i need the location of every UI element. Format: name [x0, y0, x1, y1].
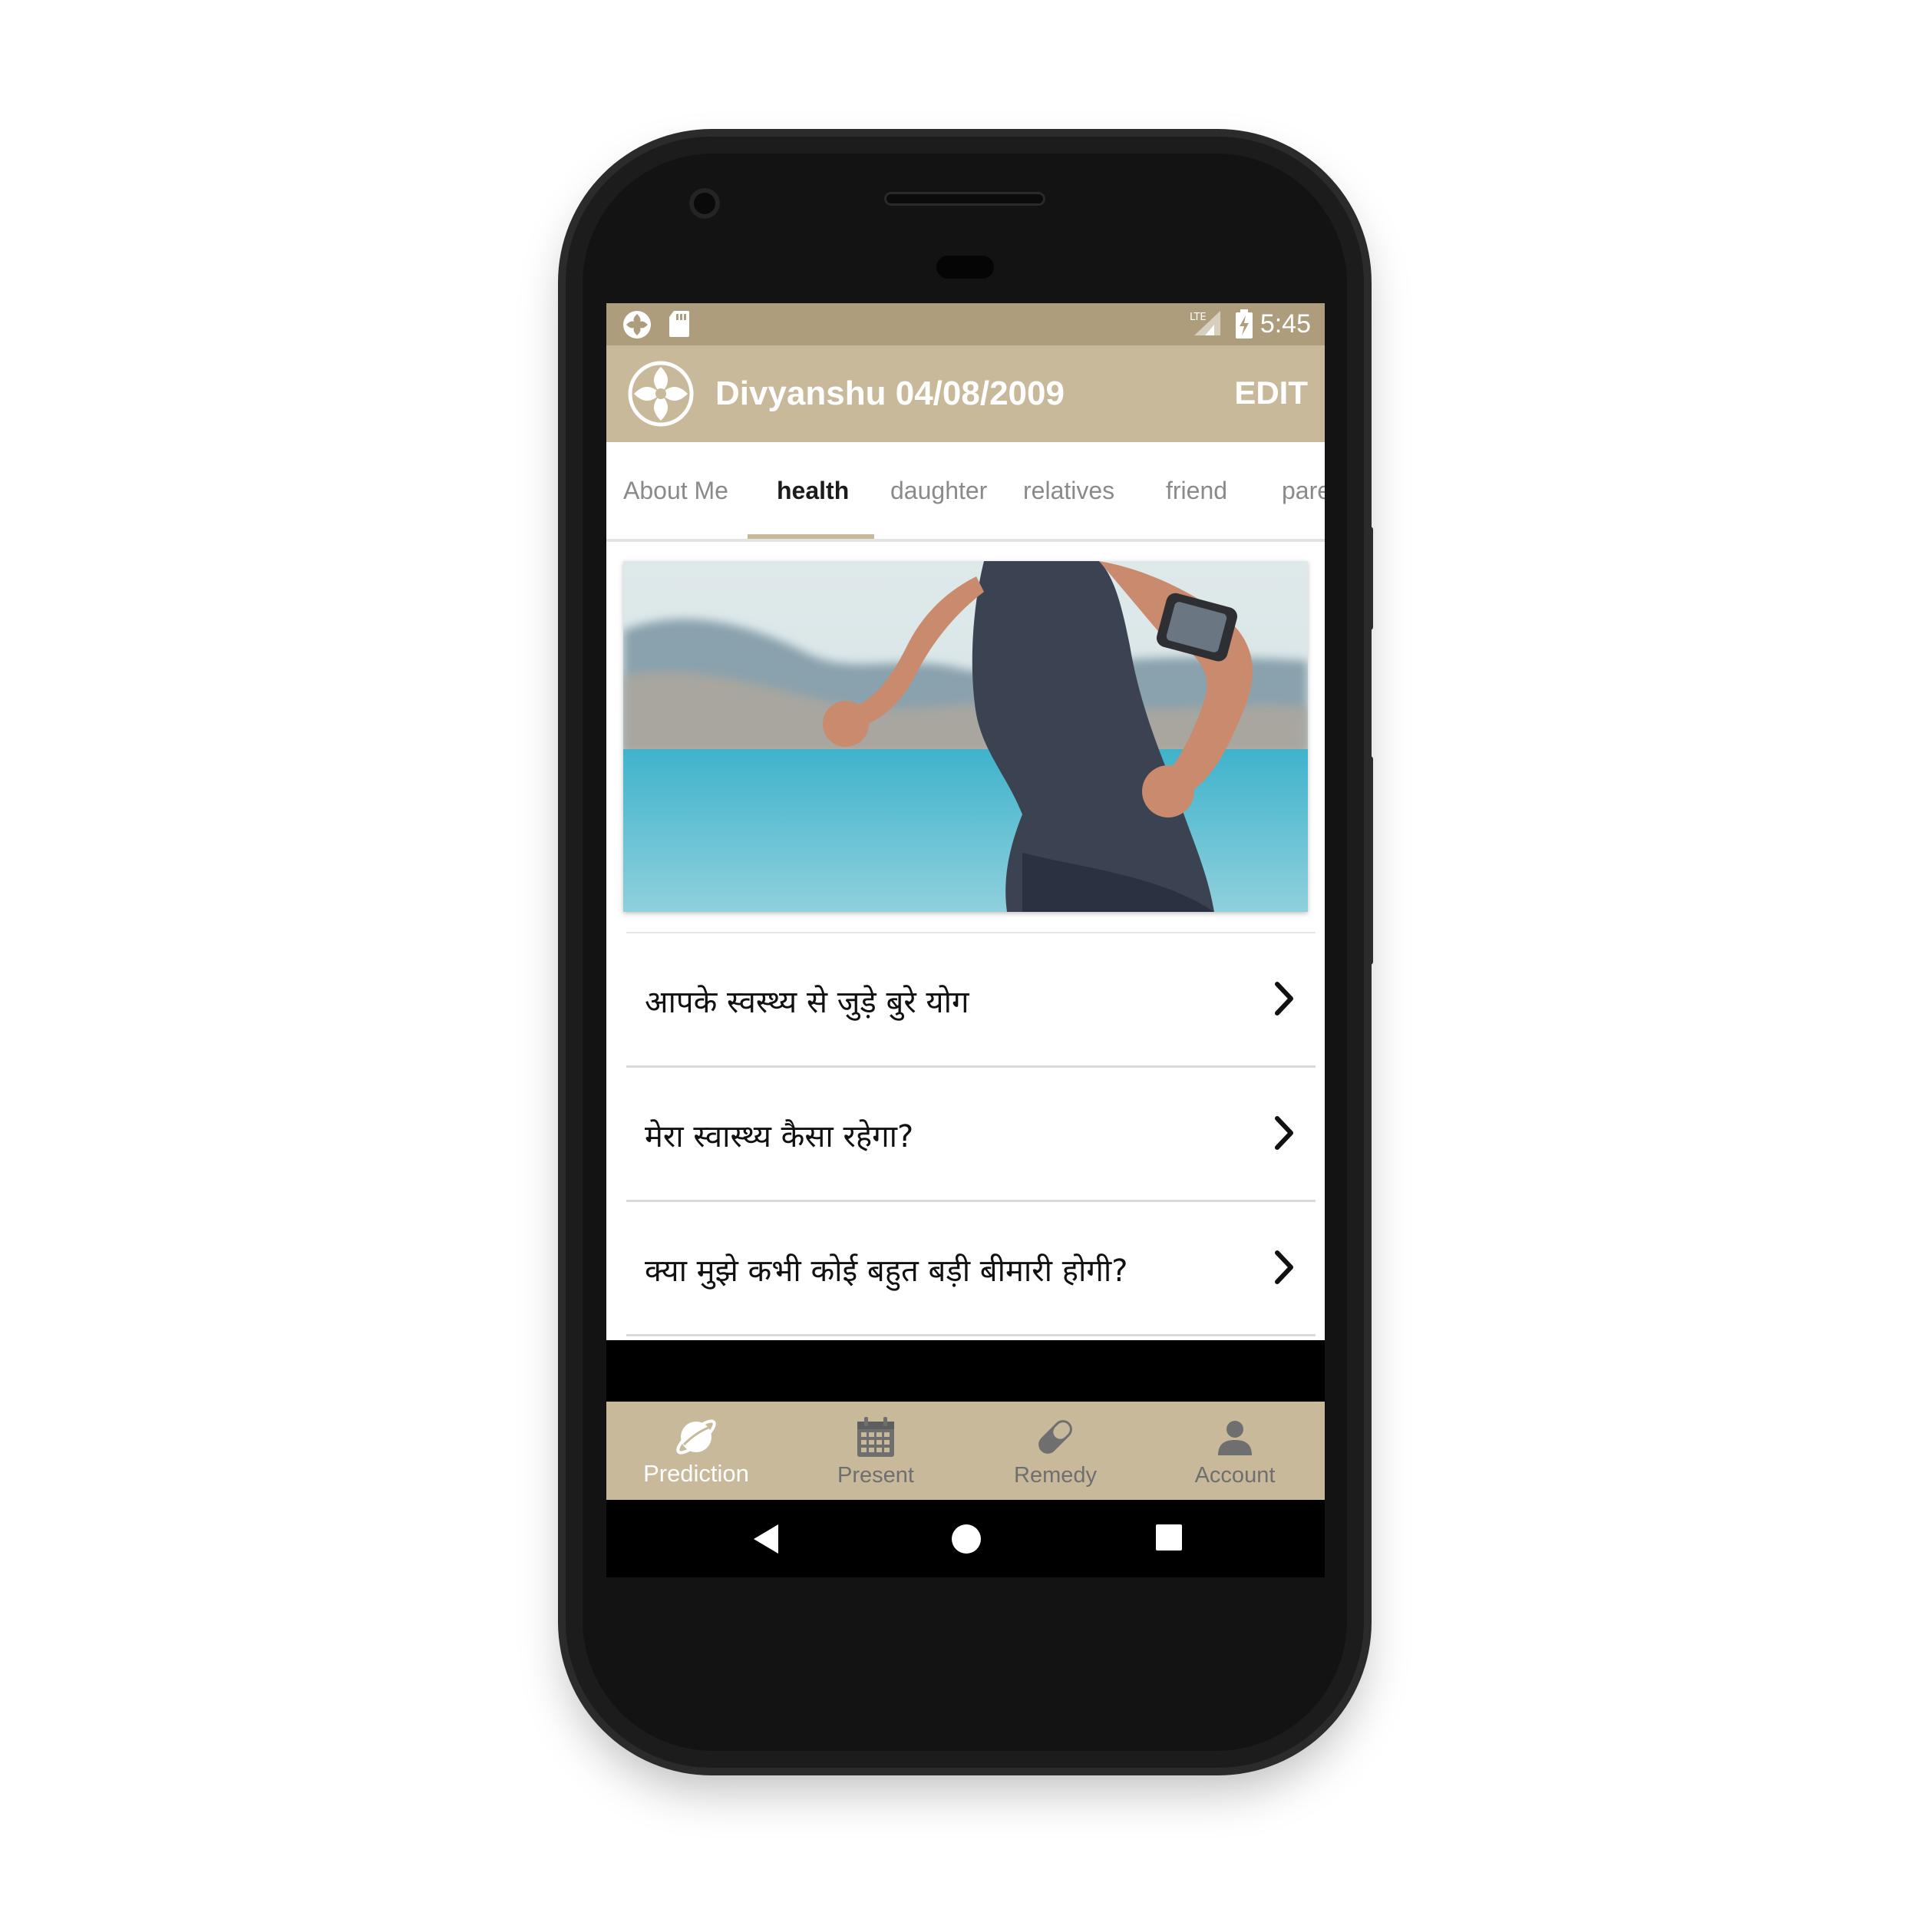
chevron-right-icon: [1275, 1116, 1293, 1150]
app-notification-icon: [623, 311, 651, 339]
volume-button: [1364, 756, 1373, 965]
lte-signal-icon: LTE: [1190, 311, 1220, 335]
question-label: आपके स्वस्थ्य से जुड़े बुरे योग: [645, 985, 969, 1020]
system-navigation-bar: [606, 1500, 1325, 1577]
planet-icon: [676, 1419, 716, 1455]
list-item[interactable]: आपके स्वस्थ्य से जुड़े बुरे योग: [626, 932, 1316, 1068]
sd-card-icon: [669, 311, 689, 337]
screen: LTE 5:45 Divyanshu 04/08/2009 EDIT About…: [606, 303, 1325, 1577]
tab-friend[interactable]: friend: [1166, 477, 1227, 505]
nav-prediction-label: Prediction: [643, 1460, 749, 1487]
front-camera: [689, 188, 720, 219]
list-item[interactable]: क्या मुझे कभी कोई बहुत बड़ी बीमारी होगी?: [626, 1202, 1316, 1336]
power-button: [1364, 527, 1373, 630]
status-bar: LTE 5:45: [606, 303, 1325, 345]
tab-parents[interactable]: pare: [1282, 477, 1325, 505]
nav-present[interactable]: Present: [786, 1402, 966, 1500]
battery-charging-icon: [1236, 309, 1253, 339]
content-area: आपके स्वस्थ्य से जुड़े बुरे योग मेरा स्व…: [606, 542, 1325, 1340]
question-label: क्या मुझे कभी कोई बहुत बड़ी बीमारी होगी?: [645, 1253, 1128, 1289]
nav-account-label: Account: [1194, 1463, 1276, 1488]
nav-prediction[interactable]: Prediction: [606, 1402, 786, 1500]
nav-remedy[interactable]: Remedy: [966, 1402, 1145, 1500]
edit-button[interactable]: EDIT: [1234, 375, 1308, 411]
question-label: मेरा स्वास्थ्य कैसा रहेगा?: [645, 1119, 914, 1154]
lotus-logo-icon: [628, 361, 694, 427]
bottom-navigation: Prediction Present Remedy Account: [606, 1402, 1325, 1500]
svg-text:LTE: LTE: [1190, 312, 1207, 323]
runner-photo: [623, 561, 1308, 912]
hero-image: [623, 561, 1308, 912]
tab-bar: About Me health daughter relatives frien…: [606, 442, 1325, 542]
back-icon[interactable]: [751, 1523, 781, 1555]
tab-relatives[interactable]: relatives: [1023, 477, 1114, 505]
person-icon: [1218, 1421, 1252, 1455]
nav-remedy-label: Remedy: [1014, 1463, 1097, 1488]
calendar-icon: [857, 1417, 894, 1457]
recents-icon[interactable]: [1154, 1523, 1184, 1552]
tab-health[interactable]: health: [777, 477, 849, 505]
home-icon[interactable]: [950, 1523, 982, 1555]
nav-present-label: Present: [837, 1463, 914, 1488]
pill-icon: [1038, 1420, 1072, 1454]
question-list: आपके स्वस्थ्य से जुड़े बुरे योग मेरा स्व…: [626, 932, 1316, 1336]
tab-daughter[interactable]: daughter: [890, 477, 987, 505]
status-time: 5:45: [1259, 309, 1311, 339]
profile-title: Divyanshu 04/08/2009: [715, 375, 1065, 412]
tab-about-me[interactable]: About Me: [623, 477, 728, 505]
chevron-right-icon: [1275, 982, 1293, 1016]
app-bar: Divyanshu 04/08/2009 EDIT: [606, 345, 1325, 442]
active-tab-indicator: [748, 534, 874, 539]
nav-account[interactable]: Account: [1145, 1402, 1325, 1500]
earpiece-speaker: [884, 192, 1045, 206]
list-item[interactable]: मेरा स्वास्थ्य कैसा रहेगा?: [626, 1068, 1316, 1202]
proximity-sensor: [936, 256, 994, 279]
chevron-right-icon: [1275, 1250, 1293, 1284]
